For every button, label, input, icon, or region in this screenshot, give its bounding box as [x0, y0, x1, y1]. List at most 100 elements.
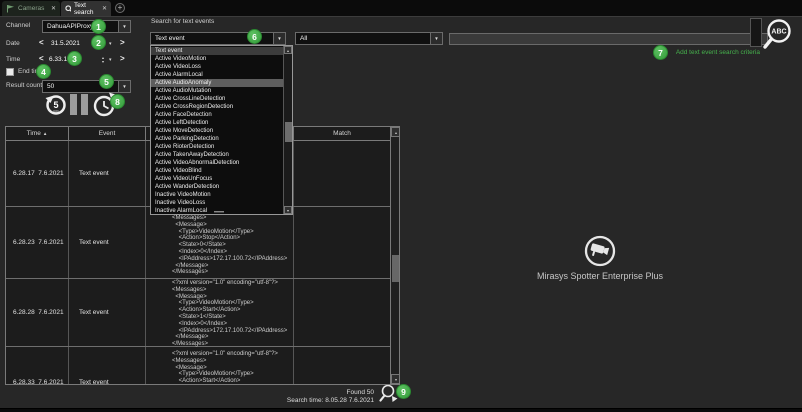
chevron-down-icon[interactable]: ▼	[118, 21, 130, 32]
dropdown-item[interactable]: Active RioterDetection	[151, 143, 292, 151]
dropdown-item[interactable]: Active VideoBlind	[151, 167, 292, 175]
search-panel-title: Search for text events	[151, 18, 214, 25]
channel-filter-select[interactable]: All ▼	[295, 32, 443, 45]
dropdown-item[interactable]: Active VideoMotion	[151, 55, 292, 63]
row-time: 6.28.28 7.6.2021	[6, 279, 69, 346]
dropdown-resize-grip[interactable]	[214, 211, 224, 213]
dropdown-item[interactable]: Active VideoLoss	[151, 63, 292, 71]
scrollbar-thumb[interactable]	[392, 255, 400, 282]
status-block: Found 50 Search time: 8.05.28 7.6.2021	[287, 389, 374, 405]
tab-label: Text search	[74, 2, 99, 16]
annotation-badge-9: 9	[396, 384, 411, 399]
row-match	[294, 279, 390, 346]
dropdown-item[interactable]: Active CrossLineDetection	[151, 95, 292, 103]
dropdown-item[interactable]: Inactive VideoLoss	[151, 199, 292, 207]
row-match	[294, 347, 390, 385]
close-icon[interactable]: ✕	[51, 5, 56, 12]
time-dropdown-icon[interactable]: ▾	[109, 58, 112, 63]
add-tab-button[interactable]: +	[115, 3, 125, 13]
dropdown-item[interactable]: Active AudioMutation	[151, 87, 292, 95]
row-time: 6.28.23 7.6.2021	[6, 207, 69, 278]
dropdown-item[interactable]: Active AlarmLocal	[151, 71, 292, 79]
time-prev-icon[interactable]: <	[39, 55, 44, 63]
tab-bar: Cameras ✕ Text search ✕ +	[0, 0, 802, 16]
scrollbar-thumb[interactable]	[285, 122, 292, 142]
row-time: 6.28.17 7.6.2021	[6, 141, 69, 206]
camera-flag-icon	[6, 4, 15, 13]
date-label: Date	[6, 40, 20, 47]
spin-down-icon[interactable]: ▾	[102, 60, 104, 64]
svg-text:min: min	[53, 110, 59, 114]
time-label: Time	[6, 56, 20, 63]
scroll-up-icon[interactable]: ▴	[391, 127, 400, 137]
row-text: <?xml version="1.0" encoding="utf-8"?> <…	[146, 279, 294, 346]
spotter-camera-icon	[582, 233, 618, 269]
chevron-down-icon[interactable]: ▼	[430, 33, 442, 44]
row-event: Text event	[69, 141, 146, 206]
scroll-down-icon[interactable]: ▾	[391, 374, 400, 384]
dropdown-item[interactable]: Inactive VideoMotion	[151, 191, 292, 199]
time-next-icon[interactable]: >	[120, 55, 125, 63]
date-value[interactable]: 31.5.2021	[51, 40, 80, 47]
annotation-badge-4: 4	[36, 64, 51, 79]
row-time: 6.28.33 7.6.2021	[6, 347, 69, 385]
annotation-badge-8: 8	[110, 94, 125, 109]
dropdown-item[interactable]: Active VideoAbnormalDetection	[151, 159, 292, 167]
rewind-5min-button[interactable]: 5 min	[44, 91, 68, 117]
dropdown-item[interactable]: Active VideoUnFocus	[151, 175, 292, 183]
criteria-value-input[interactable]	[449, 33, 768, 45]
column-header-match[interactable]: Match	[294, 127, 390, 141]
close-icon[interactable]: ✕	[102, 5, 107, 12]
dropdown-item[interactable]: Active CrossRegionDetection	[151, 103, 292, 111]
annotation-badge-2: 2	[91, 35, 106, 50]
row-text: <?xml version="1.0" encoding="utf-8"?> <…	[146, 347, 294, 385]
dropdown-scrollbar[interactable]: ▴ ▾	[283, 46, 292, 214]
scroll-down-icon[interactable]: ▾	[284, 206, 292, 214]
text-search-icon[interactable]: ABC	[756, 11, 798, 53]
scroll-up-icon[interactable]: ▴	[284, 46, 292, 54]
dropdown-item[interactable]: Active ParkingDetection	[151, 135, 292, 143]
watermark-text: Mirasys Spotter Enterprise Plus	[500, 271, 700, 281]
annotation-badge-3: 3	[67, 51, 82, 66]
annotation-badge-6: 6	[247, 29, 262, 44]
date-dropdown-icon[interactable]: ▾	[109, 42, 112, 47]
column-header-event[interactable]: Event	[69, 127, 146, 141]
text-search-tab-icon	[65, 5, 71, 13]
app-window: Cameras ✕ Text search ✕ + Channel DahuaA…	[0, 0, 802, 412]
channel-filter-value: All	[296, 35, 430, 42]
table-row[interactable]: 6.28.28 7.6.2021 Text event <?xml versio…	[6, 279, 390, 347]
annotation-badge-1: 1	[91, 19, 106, 34]
chevron-down-icon[interactable]: ▼	[118, 81, 130, 92]
row-event: Text event	[69, 347, 146, 385]
event-type-dropdown-list: Text event Active VideoMotion Active Vid…	[150, 45, 293, 215]
date-next-icon[interactable]: >	[120, 39, 125, 47]
tab-label: Cameras	[18, 5, 44, 12]
end-time-checkbox[interactable]	[6, 68, 14, 76]
dropdown-item[interactable]: Active AudioAnomaly	[151, 79, 292, 87]
pause-button[interactable]	[70, 94, 89, 115]
channel-label: Channel	[6, 22, 30, 29]
table-scrollbar[interactable]: ▴ ▾	[390, 127, 400, 384]
table-row[interactable]: 6.28.23 7.6.2021 Text event <Messages> <…	[6, 207, 390, 279]
date-prev-icon[interactable]: <	[39, 39, 44, 47]
svg-text:ABC: ABC	[771, 29, 786, 36]
dropdown-item[interactable]: Active WanderDetection	[151, 183, 292, 191]
sort-asc-icon: ▲	[43, 131, 47, 136]
dropdown-item[interactable]: Active TakenAwayDetection	[151, 151, 292, 159]
event-type-select[interactable]: Text event ▼	[150, 32, 286, 45]
text-search-panel: Channel DahuaAPIProxy ▼ Date < 31.5.2021…	[0, 16, 802, 412]
found-count: Found 50	[287, 389, 374, 397]
tab-text-search[interactable]: Text search ✕	[61, 1, 111, 16]
channel-select[interactable]: DahuaAPIProxy ▼	[42, 20, 131, 33]
row-event: Text event	[69, 207, 146, 278]
channel-value: DahuaAPIProxy	[43, 23, 118, 30]
dropdown-item[interactable]: Text event	[151, 47, 292, 55]
column-header-time[interactable]: Time ▲	[6, 127, 69, 141]
tab-cameras[interactable]: Cameras ✕	[2, 1, 60, 16]
dropdown-item[interactable]: Active LeftDetection	[151, 119, 292, 127]
dropdown-item[interactable]: Active MoveDetection	[151, 127, 292, 135]
chevron-down-icon[interactable]: ▼	[273, 33, 285, 44]
dropdown-item[interactable]: Active FaceDetection	[151, 111, 292, 119]
table-row[interactable]: 6.28.33 7.6.2021 Text event <?xml versio…	[6, 347, 390, 385]
time-spinner[interactable]: ▴ ▾	[102, 56, 104, 63]
